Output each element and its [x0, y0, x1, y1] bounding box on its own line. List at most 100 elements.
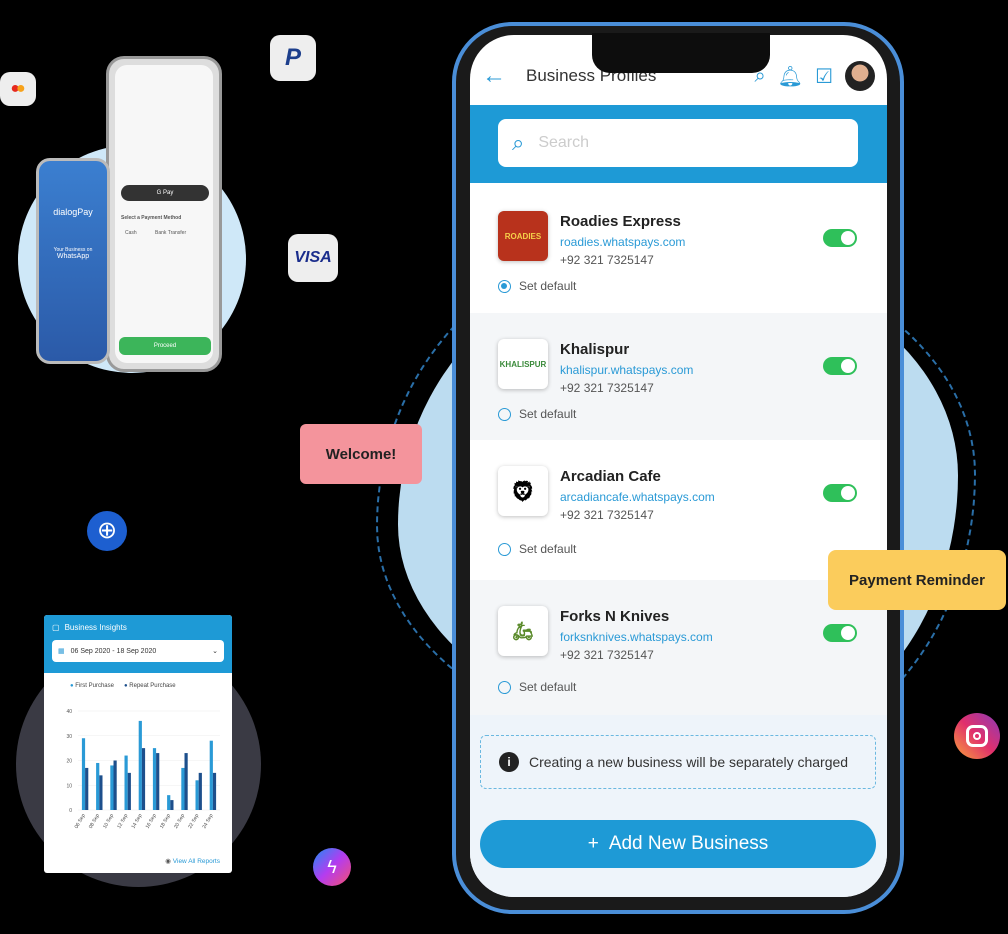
- add-button-label: Add New Business: [608, 833, 769, 854]
- small-phone-front: dialogPay Your Business on WhatsApp: [36, 158, 110, 364]
- x-tick-label: 08 Sep: [88, 813, 101, 830]
- x-tick-label: 20 Sep: [173, 813, 186, 830]
- business-url[interactable]: arcadiancafe.whatspays.com: [560, 490, 715, 504]
- x-tick-label: 12 Sep: [116, 813, 129, 830]
- proceed-button: Proceed: [119, 337, 211, 355]
- bank-transfer-option: Bank Transfer: [155, 230, 187, 236]
- search-icon: ⌕: [512, 130, 525, 155]
- main-phone-screen: ← Business Profiles ⌕ 🔔︎ ☑ ⌕ Search ROAD…: [470, 35, 887, 897]
- visa-icon: VISA: [288, 234, 338, 282]
- bar-first: [81, 738, 86, 810]
- business-insights-card: ▢ Business Insights ▦ 06 Sep 2020 - 18 Sep…: [44, 615, 232, 873]
- khalispur-logo: KHALISPUR: [498, 339, 548, 389]
- calendar-icon: ▦: [58, 648, 65, 655]
- search-band: ⌕ Search: [470, 105, 887, 183]
- welcome-bubble: Welcome!: [300, 424, 422, 484]
- bar-first: [209, 740, 213, 810]
- business-item[interactable]: ROADIES Roadies Express roadies.whatspay…: [470, 185, 887, 313]
- y-tick-label: 0: [69, 808, 72, 814]
- set-default-label: Set default: [519, 279, 577, 293]
- small-phone-back: G Pay Select a Payment Method Cash Bank …: [106, 56, 222, 372]
- set-default-label: Set default: [519, 542, 577, 556]
- y-tick-label: 20: [66, 759, 72, 765]
- roadies-logo: ROADIES: [498, 211, 548, 261]
- business-toggle[interactable]: [823, 624, 857, 642]
- eye-icon: ◉: [165, 858, 171, 865]
- x-tick-label: 22 Sep: [187, 813, 200, 830]
- x-tick-label: 16 Sep: [145, 813, 158, 830]
- select-method-label: Select a Payment Method: [121, 215, 182, 221]
- bar-first: [195, 780, 199, 810]
- mastercard-icon: ● ●: [0, 72, 36, 106]
- avatar[interactable]: [845, 61, 875, 91]
- insights-title: Business Insights: [64, 623, 127, 632]
- date-range-dropdown[interactable]: ▦ 06 Sep 2020 - 18 Sep 2020 ⌄: [52, 640, 224, 662]
- business-name: Khalispur: [560, 341, 630, 358]
- set-default-label: Set default: [519, 407, 577, 421]
- x-tick-label: 14 Sep: [131, 813, 144, 830]
- bar-repeat: [156, 753, 160, 810]
- bar-first: [124, 755, 128, 810]
- payment-reminder-bubble: Payment Reminder: [828, 550, 1006, 610]
- x-tick-label: 24 Sep: [202, 813, 215, 830]
- bar-first: [167, 795, 171, 810]
- arcadian-cafe-logo: 🦁︎: [498, 466, 548, 516]
- x-tick-label: 10 Sep: [102, 813, 115, 830]
- view-all-reports-link[interactable]: ◉ View All Reports: [165, 857, 220, 865]
- checklist-icon[interactable]: ☑: [815, 64, 833, 89]
- business-phone: +92 321 7325147: [560, 648, 654, 662]
- radio-icon: [498, 407, 511, 421]
- plus-icon: +: [587, 833, 599, 854]
- y-tick-label: 10: [66, 783, 72, 789]
- search-input[interactable]: ⌕ Search: [498, 119, 858, 167]
- info-icon: i: [499, 752, 519, 772]
- legend-repeat: ● Repeat Purchase: [123, 683, 176, 689]
- bar-repeat: [113, 760, 117, 810]
- instagram-icon: [954, 713, 1000, 759]
- bar-repeat: [198, 772, 202, 810]
- business-item[interactable]: 🛵︎ Forks N Knives forksnknives.whatspays…: [470, 580, 887, 715]
- business-phone: +92 321 7325147: [560, 253, 654, 267]
- bar-repeat: [127, 772, 131, 810]
- set-default-radio[interactable]: Set default: [498, 542, 576, 556]
- business-url[interactable]: forksnknives.whatspays.com: [560, 630, 713, 644]
- business-url[interactable]: khalispur.whatspays.com: [560, 363, 693, 377]
- insights-header: ▢ Business Insights ▦ 06 Sep 2020 - 18 Sep…: [44, 615, 232, 673]
- set-default-radio[interactable]: Set default: [498, 279, 576, 293]
- set-default-radio[interactable]: Set default: [498, 407, 576, 421]
- chart-legend: ● First Purchase ● Repeat Purchase: [44, 673, 232, 689]
- x-tick-label: 18 Sep: [159, 813, 172, 830]
- bar-repeat: [170, 800, 174, 810]
- bar-first: [110, 765, 114, 810]
- y-tick-label: 30: [66, 734, 72, 740]
- back-arrow-icon[interactable]: ←: [482, 62, 506, 90]
- bar-first: [181, 767, 185, 810]
- x-tick-label: 06 Sep: [74, 813, 87, 830]
- legend-first: ● First Purchase: [70, 683, 114, 689]
- info-text: Creating a new business will be separate…: [529, 754, 849, 770]
- messenger-icon: ϟ: [313, 848, 351, 886]
- business-item[interactable]: 🦁︎ Arcadian Cafe arcadiancafe.whatspays.…: [470, 440, 887, 580]
- add-new-business-button[interactable]: + Add New Business: [480, 820, 876, 868]
- bar-first: [96, 762, 100, 810]
- radio-icon: [498, 542, 511, 556]
- info-notice: i Creating a new business will be separa…: [480, 735, 876, 789]
- gpay-button: G Pay: [121, 185, 209, 201]
- business-phone: +92 321 7325147: [560, 508, 654, 522]
- whatsapp-label: WhatsApp: [56, 253, 90, 260]
- chevron-down-icon: ⌄: [212, 648, 218, 655]
- bar-first: [152, 748, 157, 810]
- cash-option: Cash: [125, 230, 137, 236]
- business-toggle[interactable]: [823, 229, 857, 247]
- business-phone: +92 321 7325147: [560, 381, 654, 395]
- business-toggle[interactable]: [823, 357, 857, 375]
- business-url[interactable]: roadies.whatspays.com: [560, 235, 685, 249]
- business-item[interactable]: KHALISPUR Khalispur khalispur.whatspays.…: [470, 313, 887, 440]
- paypal-icon: P: [270, 35, 316, 81]
- bell-icon[interactable]: 🔔︎: [778, 64, 803, 89]
- set-default-radio[interactable]: Set default: [498, 680, 576, 694]
- business-toggle[interactable]: [823, 484, 857, 502]
- briefcase-icon: ▢: [52, 623, 60, 632]
- bar-repeat: [85, 767, 89, 810]
- set-default-label: Set default: [519, 680, 577, 694]
